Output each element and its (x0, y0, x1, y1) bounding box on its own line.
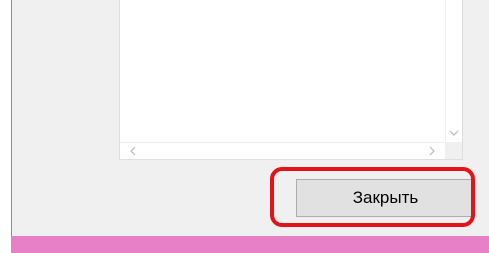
scroll-left-button[interactable] (124, 143, 141, 159)
chevron-left-icon (130, 146, 136, 156)
scroll-down-button[interactable] (446, 126, 462, 140)
list-box[interactable] (119, 0, 463, 160)
dialog-window: Закрыть (11, 0, 489, 236)
vertical-scrollbar[interactable] (445, 0, 462, 142)
horizontal-scrollbar[interactable] (120, 142, 445, 159)
list-content-area[interactable] (120, 0, 445, 142)
chevron-down-icon (449, 130, 459, 136)
close-button[interactable]: Закрыть (296, 179, 475, 217)
scroll-right-button[interactable] (424, 143, 441, 159)
bottom-color-bar (11, 236, 489, 253)
scrollbar-corner (445, 142, 462, 159)
chevron-right-icon (429, 146, 435, 156)
